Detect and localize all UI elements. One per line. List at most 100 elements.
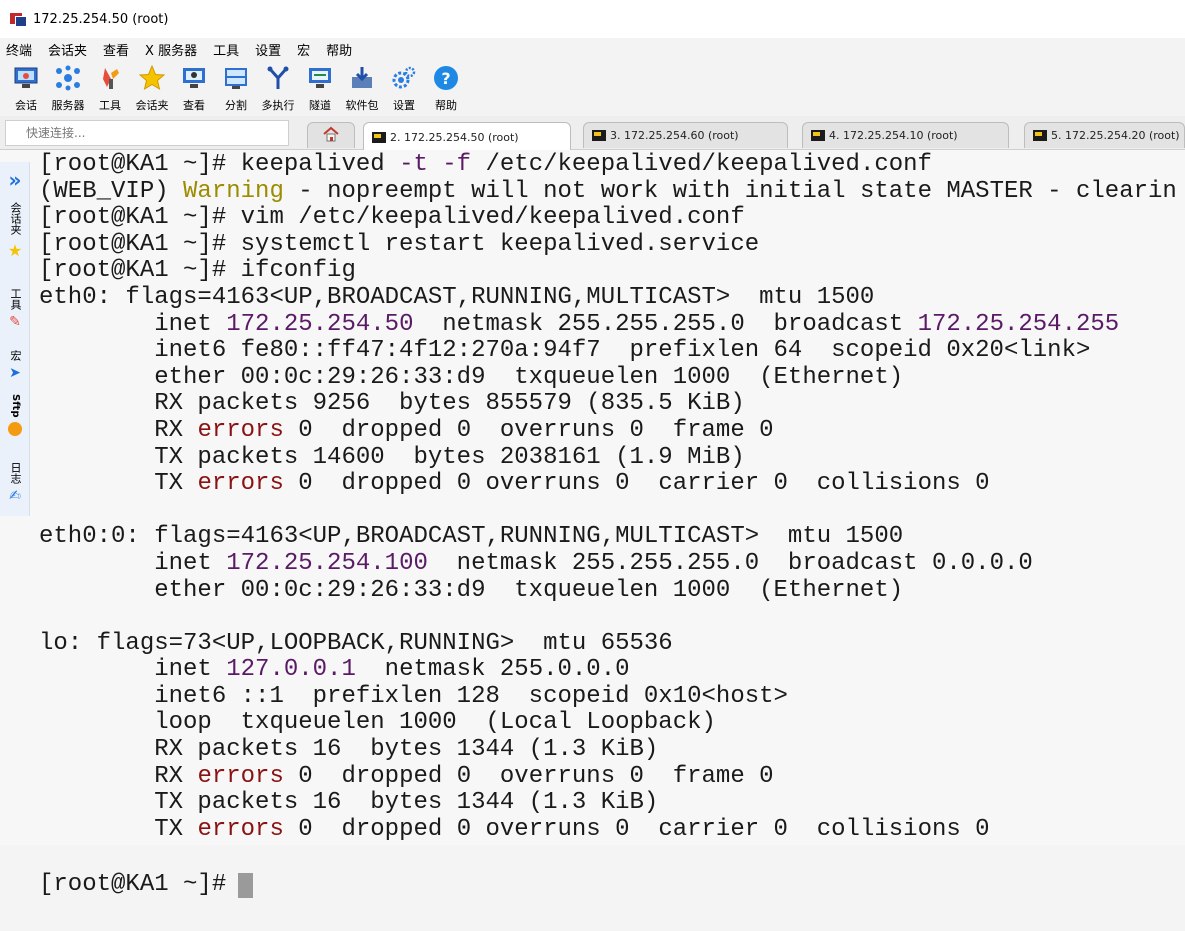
terminal-line: RX errors 0 dropped 0 overruns 0 frame 0 xyxy=(39,416,1177,445)
terminal-text-segment: [root@KA1 ~]# keepalived xyxy=(39,151,400,178)
terminal-pane[interactable]: [root@KA1 ~]# keepalived -t -f /etc/keep… xyxy=(30,150,1185,931)
terminal-line: TX packets 16 bytes 1344 (1.3 KiB) xyxy=(39,789,1177,817)
menu-sessions[interactable]: 会话夹 xyxy=(48,40,87,59)
side-tab-sessions-label: 会话夹 xyxy=(9,202,22,235)
servers-label: 服务器 xyxy=(51,99,85,112)
tab-session-3[interactable]: 3. 172.25.254.60 (root) xyxy=(583,122,788,148)
prompt-line[interactable]: [root@KA1 ~]# xyxy=(39,872,254,898)
terminal-text-segment: RX xyxy=(39,416,198,444)
menu-terminal[interactable]: 终端 xyxy=(6,40,32,59)
terminal-line: RX packets 16 bytes 1344 (1.3 KiB) xyxy=(39,736,1177,764)
terminal-line: loop txqueuelen 1000 (Local Loopback) xyxy=(39,710,1177,737)
session-button[interactable]: 会话 xyxy=(6,64,46,113)
tab-session-5[interactable]: 5. 172.25.254.20 (root) xyxy=(1024,122,1185,148)
terminal-text-segment: 172.25.254.255 xyxy=(917,310,1120,338)
help-label: 帮助 xyxy=(435,99,457,112)
terminal-line: inet 172.25.254.100 netmask 255.255.255.… xyxy=(39,549,1177,578)
settings-button[interactable]: 设置 xyxy=(384,64,424,113)
terminal-line: inet6 ::1 prefixlen 128 scopeid 0x10<hos… xyxy=(39,683,1177,711)
terminal-text-segment: inet xyxy=(39,549,227,577)
tunnel-button[interactable]: 隧道 xyxy=(300,64,340,113)
menu-x-server[interactable]: X 服务器 xyxy=(145,40,197,59)
terminal-text-segment: 0 dropped 0 overruns 0 frame 0 xyxy=(283,416,774,444)
terminal-text-segment: 172.25.254.100 xyxy=(226,549,428,577)
tunnel-label: 隧道 xyxy=(309,99,331,112)
terminal-text-segment: eth0: flags=4163<UP,BROADCAST,RUNNING,MU… xyxy=(39,283,875,311)
menu-macros[interactable]: 宏 xyxy=(297,40,310,59)
terminal-text-segment: [root@KA1 ~]# vim /etc/keepalived/keepal… xyxy=(39,204,745,232)
terminal-line: eth0: flags=4163<UP,BROADCAST,RUNNING,MU… xyxy=(39,283,1177,312)
tab-session-2[interactable]: 2. 172.25.254.50 (root) xyxy=(363,122,571,151)
terminal-text-segment: inet xyxy=(39,310,227,338)
terminal-line: [root@KA1 ~]# ifconfig xyxy=(39,258,1177,285)
terminal-line: RX packets 9256 bytes 855579 (835.5 KiB) xyxy=(39,391,1177,418)
settings-label: 设置 xyxy=(393,99,415,112)
side-tab-sftp-label: Sftp xyxy=(10,394,21,418)
sftp-icon xyxy=(8,421,22,436)
tools-button[interactable]: 工具 xyxy=(90,64,130,113)
terminal-text-segment: TX xyxy=(39,470,198,498)
packages-label: 软件包 xyxy=(345,99,379,112)
tab-label: 4. 172.25.254.10 (root) xyxy=(829,129,958,142)
tab-label: 5. 172.25.254.20 (root) xyxy=(1051,129,1180,142)
side-tab-log[interactable]: 日志 ✍ xyxy=(4,462,26,504)
title-bar: 172.25.254.50 (root) xyxy=(0,0,1185,38)
multiexec-button[interactable]: 多执行 xyxy=(258,64,298,113)
terminal-text-segment: 127.0.0.1 xyxy=(226,656,356,684)
app-logo-icon xyxy=(10,11,28,27)
terminal-text-segment: 172.25.254.50 xyxy=(226,310,414,338)
menu-bar: 终端 会话夹 查看 X 服务器 工具 设置 宏 帮助 xyxy=(0,38,1185,60)
terminal-text-segment: [root@KA1 ~]# systemctl restart keepaliv… xyxy=(39,230,760,258)
terminal-cursor xyxy=(238,872,254,898)
split-button[interactable]: 分割 xyxy=(216,64,256,113)
side-tab-tools[interactable]: 工具 ✎ xyxy=(4,288,26,330)
menu-tools[interactable]: 工具 xyxy=(213,40,239,59)
terminal-line: inet6 fe80::ff47:4f12:270a:94f7 prefixle… xyxy=(39,337,1177,365)
packages-icon xyxy=(348,64,376,92)
terminal-text-segment: ether 00:0c:29:26:33:d9 txqueuelen 1000 … xyxy=(39,363,904,391)
view-button[interactable]: 查看 xyxy=(174,64,214,113)
home-tab[interactable] xyxy=(307,122,355,148)
side-panel-expand-button[interactable]: » xyxy=(4,168,26,192)
side-tab-sessions[interactable]: 会话夹 ★ xyxy=(4,202,26,260)
menu-help[interactable]: 帮助 xyxy=(326,40,352,59)
tab-session-4[interactable]: 4. 172.25.254.10 (root) xyxy=(802,122,1009,148)
menu-settings[interactable]: 设置 xyxy=(255,40,281,59)
tab-label: 3. 172.25.254.60 (root) xyxy=(610,129,739,142)
tools-icon: ✎ xyxy=(9,314,21,330)
settings-icon xyxy=(390,64,418,92)
terminal-text-segment: TX packets 16 bytes 1344 (1.3 KiB) xyxy=(39,789,659,817)
terminal-text-segment: errors xyxy=(197,762,284,790)
quick-connect-input[interactable]: 快速连接... xyxy=(5,120,289,146)
terminal-text-segment: 0 dropped 0 overruns 0 frame 0 xyxy=(283,762,774,790)
tools-icon xyxy=(96,64,124,92)
tab-label: 2. 172.25.254.50 (root) xyxy=(390,130,519,144)
star-icon xyxy=(138,64,166,92)
terminal-line: eth0:0: flags=4163<UP,BROADCAST,RUNNING,… xyxy=(39,524,1177,551)
terminal-tab-icon xyxy=(1033,130,1047,141)
terminal-text-segment: lo: flags=73<UP,LOOPBACK,RUNNING> mtu 65… xyxy=(39,629,673,657)
terminal-text-segment: netmask 255.255.255.0 broadcast xyxy=(413,310,918,338)
terminal-line: TX errors 0 dropped 0 overruns 0 carrier… xyxy=(39,470,1177,498)
help-button[interactable]: ? 帮助 xyxy=(426,64,466,113)
menu-view[interactable]: 查看 xyxy=(103,40,129,59)
toolbar: 会话 服务器 工具 会话夹 查看 分割 多执行 隧道 软件包 设置 ? 帮助 xyxy=(0,60,1185,116)
split-label: 分割 xyxy=(225,99,247,112)
terminal-text-segment: RX packets 9256 bytes 855579 (835.5 KiB) xyxy=(39,390,745,418)
session-icon xyxy=(12,64,40,92)
terminal-text-segment: RX packets 16 bytes 1344 (1.3 KiB) xyxy=(39,736,659,764)
terminal-line: lo: flags=73<UP,LOOPBACK,RUNNING> mtu 65… xyxy=(39,629,1177,658)
servers-icon xyxy=(54,64,82,92)
view-label: 查看 xyxy=(183,99,205,112)
sessions-folder-button[interactable]: 会话夹 xyxy=(132,64,172,113)
packages-button[interactable]: 软件包 xyxy=(342,64,382,113)
side-tab-macros[interactable]: 宏 ➤ xyxy=(4,350,26,381)
side-tab-sftp[interactable]: Sftp xyxy=(4,394,26,436)
side-panel: » 会话夹 ★ 工具 ✎ 宏 ➤ Sftp 日志 ✍ xyxy=(0,162,30,516)
terminal-line: (WEB_VIP) Warning - nopreempt will not w… xyxy=(39,178,1177,206)
terminal-text-segment: netmask 255.0.0.0 xyxy=(355,656,630,684)
servers-button[interactable]: 服务器 xyxy=(48,64,88,113)
terminal-text-segment: RX xyxy=(39,762,198,790)
double-chevron-right-icon: » xyxy=(8,168,22,192)
